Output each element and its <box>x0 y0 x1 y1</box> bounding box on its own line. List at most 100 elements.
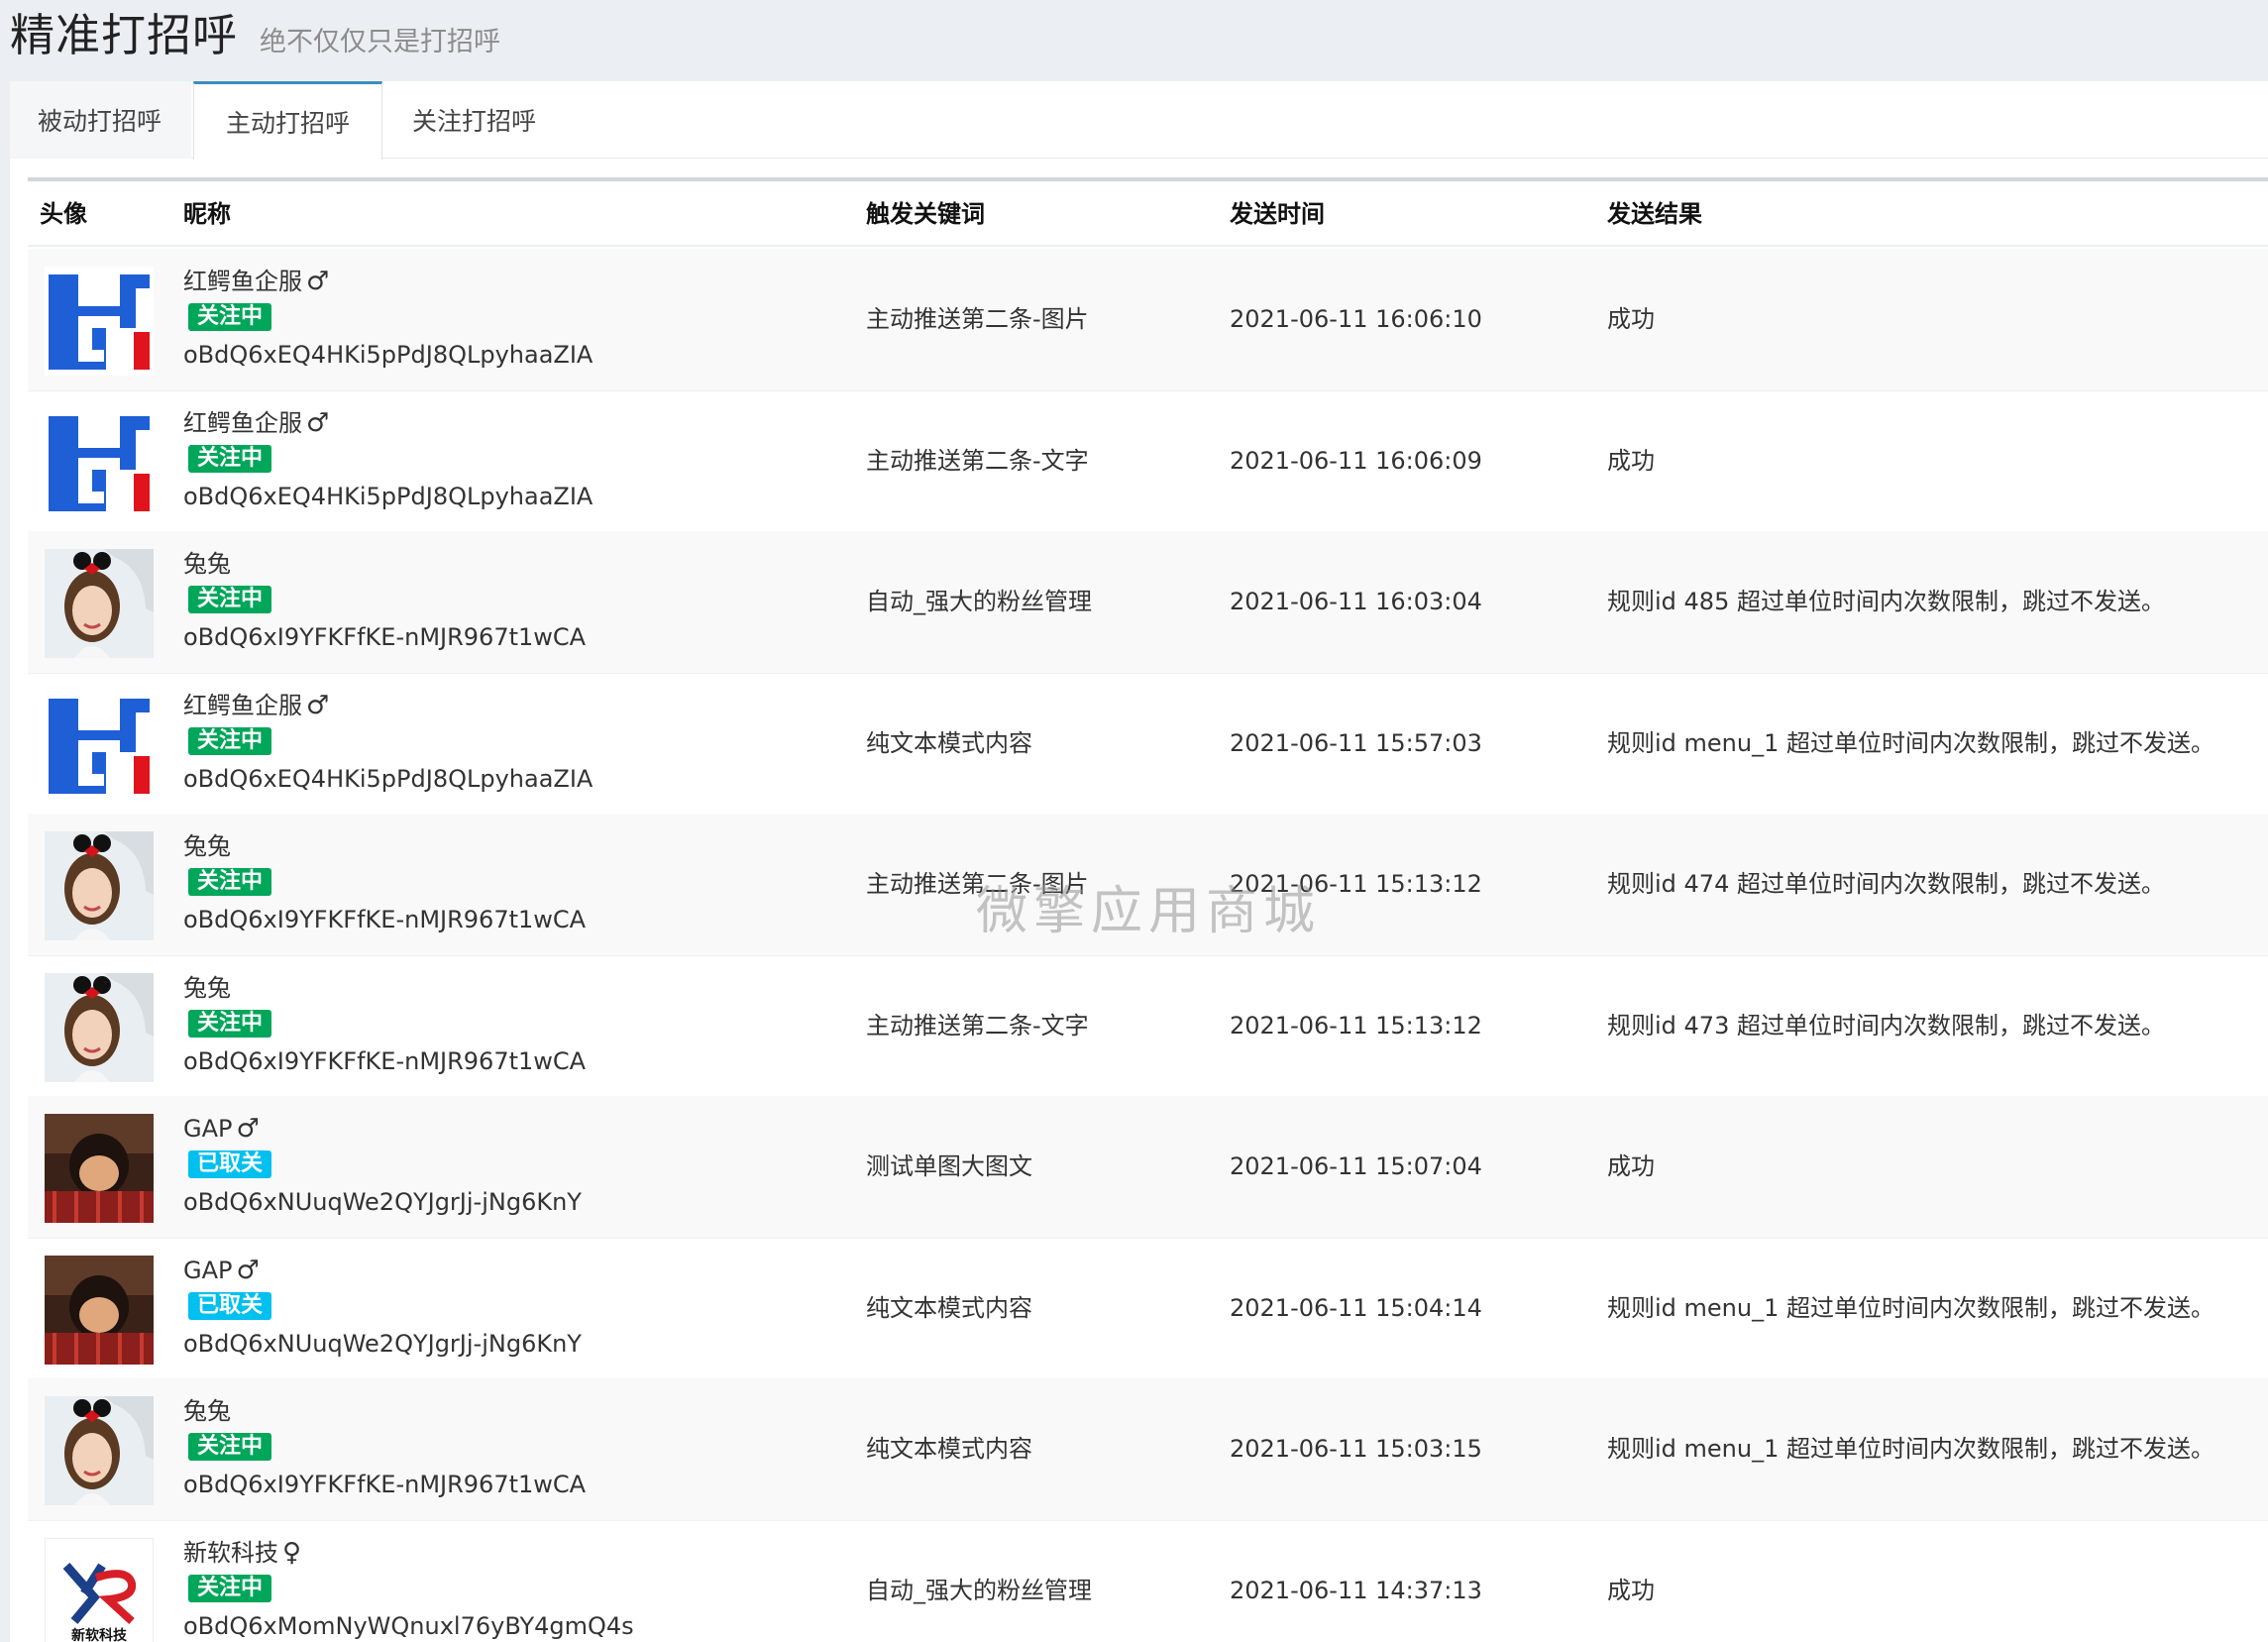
table-row: 兔兔关注中 oBdQ6xI9YFKFfKE-nMJR967t1wCA 自动_强大的粉… <box>28 531 2268 674</box>
table-row: 红鳄鱼企服 ♂ 关注中 oBdQ6xEQ4HKi5pPdJ8QLpyhaaZIA 主动推… <box>28 249 2268 391</box>
nickname: 红鳄鱼企服 <box>183 408 302 437</box>
openid: oBdQ6xI9YFKFfKE-nMJR967t1wCA <box>183 906 587 933</box>
openid: oBdQ6xEQ4HKi5pPdJ8QLpyhaaZIA <box>183 341 594 369</box>
send-time: 2021-06-11 14:37:13 <box>1230 1576 1482 1604</box>
table-row: 新软科技 新软科技 ♀ 关注中 oBdQ6xMomNyWQnuxl76yBY4gmQ4s… <box>28 1520 2268 1642</box>
nickname: 新软科技 <box>183 1538 278 1567</box>
main-content: 被动打招呼 主动打招呼 关注打招呼 头像 昵称 触发关键词 发送时间 发送结果 … <box>10 81 2268 1642</box>
header-nickname: 昵称 <box>183 200 231 228</box>
trigger-keyword: 自动_强大的粉丝管理 <box>866 1576 1092 1604</box>
nickname: GAP <box>183 1115 233 1143</box>
tab-passive-greeting[interactable]: 被动打招呼 <box>10 81 192 159</box>
send-time: 2021-06-11 15:03:15 <box>1230 1435 1482 1463</box>
avatar[interactable] <box>45 831 154 940</box>
trigger-keyword: 纯文本模式内容 <box>866 728 1032 757</box>
nickname-cell: 兔兔 <box>183 831 235 861</box>
avatar[interactable] <box>45 1255 154 1365</box>
avatar[interactable] <box>45 972 154 1082</box>
avatar[interactable] <box>45 407 154 517</box>
nickname-cell: 兔兔 <box>183 1396 235 1426</box>
status-badge: 关注中 <box>188 1433 272 1461</box>
send-result: 规则id 473 超过单位时间内次数限制，跳过不发送。 <box>1607 1011 2165 1040</box>
nickname: 兔兔 <box>183 832 231 860</box>
avatar[interactable] <box>45 549 154 658</box>
send-time: 2021-06-11 15:57:03 <box>1230 728 1482 757</box>
openid: oBdQ6xI9YFKFfKE-nMJR967t1wCA <box>183 1471 587 1498</box>
trigger-keyword: 自动_强大的粉丝管理 <box>866 588 1092 615</box>
status-badge: 关注中 <box>188 726 272 755</box>
status-badge: 关注中 <box>188 1574 272 1602</box>
nickname-cell: 兔兔 <box>183 973 235 1003</box>
avatar[interactable] <box>45 1114 154 1223</box>
status-badge: 关注中 <box>188 868 272 896</box>
table-row: 兔兔关注中 oBdQ6xI9YFKFfKE-nMJR967t1wCA 主动推送第二条… <box>28 955 2268 1098</box>
table-row: 兔兔关注中 oBdQ6xI9YFKFfKE-nMJR967t1wCA 纯文本模式内容… <box>28 1378 2268 1521</box>
status-badge: 已取关 <box>188 1150 272 1178</box>
gender-icon: ♂ <box>306 690 330 720</box>
nickname-cell: 兔兔 <box>183 549 235 579</box>
gender-icon: ♂ <box>236 1255 260 1285</box>
trigger-keyword: 纯文本模式内容 <box>866 1435 1032 1463</box>
trigger-keyword: 纯文本模式内容 <box>866 1293 1032 1322</box>
nickname-cell: GAP ♂ <box>183 1256 260 1285</box>
send-result: 成功 <box>1607 1152 1655 1180</box>
gender-icon: ♂ <box>236 1114 260 1144</box>
watermark: 微擎应用商城 <box>976 882 1322 941</box>
send-time: 2021-06-11 15:04:14 <box>1230 1293 1482 1322</box>
nickname: 红鳄鱼企服 <box>183 691 302 719</box>
header-send-result: 发送结果 <box>1607 200 1702 228</box>
tab-bar: 被动打招呼 主动打招呼 关注打招呼 <box>10 81 2268 160</box>
page-title: 精准打招呼 <box>10 9 239 61</box>
send-result: 成功 <box>1607 1576 1655 1604</box>
header-avatar: 头像 <box>40 200 87 228</box>
send-time: 2021-06-11 15:07:04 <box>1230 1152 1482 1180</box>
gender-icon: ♀ <box>282 1537 302 1568</box>
table-row: GAP ♂ 已取关 oBdQ6xNUuqWe2QYJgrJj-jNg6KnY 纯文本模式… <box>28 1238 2268 1380</box>
trigger-keyword: 主动推送第二条-文字 <box>866 446 1089 475</box>
tab-follow-greeting[interactable]: 关注打招呼 <box>382 81 566 159</box>
nickname-cell: 红鳄鱼企服 ♂ <box>183 691 329 720</box>
nickname: 兔兔 <box>183 1397 231 1425</box>
status-badge: 已取关 <box>188 1291 272 1320</box>
openid: oBdQ6xEQ4HKi5pPdJ8QLpyhaaZIA <box>183 764 594 793</box>
avatar[interactable] <box>45 1396 154 1505</box>
svg-text:新软科技: 新软科技 <box>71 1627 128 1642</box>
tab-active-greeting[interactable]: 主动打招呼 <box>193 81 383 160</box>
table-header: 头像 昵称 触发关键词 发送时间 发送结果 <box>28 181 2268 247</box>
openid: oBdQ6xMomNyWQnuxl76yBY4gmQ4s <box>183 1611 634 1640</box>
openid: oBdQ6xI9YFKFfKE-nMJR967t1wCA <box>183 1046 587 1075</box>
gender-icon: ♂ <box>306 267 330 296</box>
nickname: GAP <box>183 1256 233 1284</box>
send-time: 2021-06-11 16:03:04 <box>1230 588 1482 615</box>
send-result: 规则id 474 超过单位时间内次数限制，跳过不发送。 <box>1607 870 2165 898</box>
header-send-time: 发送时间 <box>1230 200 1325 228</box>
send-time: 2021-06-11 16:06:09 <box>1230 446 1482 475</box>
nickname-cell: 红鳄鱼企服 ♂ <box>183 408 329 438</box>
page-subtitle: 绝不仅仅只是打招呼 <box>260 27 501 57</box>
send-result: 规则id menu_1 超过单位时间内次数限制，跳过不发送。 <box>1607 1435 2214 1463</box>
table-row: 红鳄鱼企服 ♂ 关注中 oBdQ6xEQ4HKi5pPdJ8QLpyhaaZIA 主动推… <box>28 390 2268 533</box>
nickname-cell: 红鳄鱼企服 ♂ <box>183 267 329 296</box>
openid: oBdQ6xNUuqWe2QYJgrJj-jNg6KnY <box>183 1188 582 1216</box>
avatar[interactable]: 新软科技 <box>45 1537 154 1642</box>
gender-icon: ♂ <box>306 407 330 438</box>
avatar[interactable] <box>45 690 154 800</box>
status-badge: 关注中 <box>188 303 272 331</box>
page-header: 精准打招呼 绝不仅仅只是打招呼 <box>0 0 2268 81</box>
trigger-keyword: 主动推送第二条-图片 <box>866 305 1089 333</box>
openid: oBdQ6xI9YFKFfKE-nMJR967t1wCA <box>183 623 587 651</box>
avatar[interactable] <box>45 267 154 376</box>
nickname: 兔兔 <box>183 550 231 578</box>
header-keyword: 触发关键词 <box>866 200 985 228</box>
trigger-keyword: 测试单图大图文 <box>866 1152 1032 1180</box>
openid: oBdQ6xNUuqWe2QYJgrJj-jNg6KnY <box>183 1329 582 1358</box>
trigger-keyword: 主动推送第二条-文字 <box>866 1011 1089 1040</box>
send-result: 规则id menu_1 超过单位时间内次数限制，跳过不发送。 <box>1607 728 2214 757</box>
nickname-cell: 新软科技 ♀ <box>183 1538 301 1568</box>
send-result: 成功 <box>1607 446 1655 475</box>
status-badge: 关注中 <box>188 1009 272 1038</box>
send-result: 成功 <box>1607 305 1655 333</box>
send-result: 规则id menu_1 超过单位时间内次数限制，跳过不发送。 <box>1607 1293 2214 1322</box>
status-badge: 关注中 <box>188 586 272 613</box>
nickname-cell: GAP ♂ <box>183 1114 260 1144</box>
